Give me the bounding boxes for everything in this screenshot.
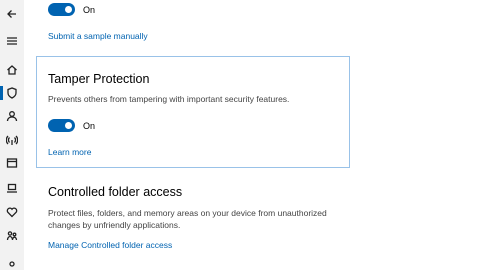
tamper-protection-description: Prevents others from tampering with impo… bbox=[48, 94, 290, 104]
settings-icon[interactable] bbox=[4, 256, 20, 270]
app-browser-icon[interactable] bbox=[4, 155, 20, 171]
family-icon[interactable] bbox=[4, 228, 20, 244]
tamper-protection-panel: Tamper Protection Prevents others from t… bbox=[36, 56, 350, 168]
sidebar-nav bbox=[0, 0, 24, 270]
tamper-protection-toggle[interactable] bbox=[48, 119, 75, 132]
wireless-icon[interactable] bbox=[4, 132, 20, 148]
tamper-toggle-row: On bbox=[48, 119, 95, 132]
sample-submission-toggle[interactable] bbox=[48, 3, 75, 16]
cfa-description-line2: changes by unfriendly applications. bbox=[48, 220, 181, 230]
person-icon[interactable] bbox=[4, 108, 20, 124]
home-icon[interactable] bbox=[4, 62, 20, 78]
active-nav-indicator bbox=[0, 86, 3, 100]
back-icon[interactable] bbox=[4, 6, 20, 22]
submit-sample-link[interactable]: Submit a sample manually bbox=[48, 31, 148, 41]
top-toggle-row: On bbox=[48, 3, 95, 16]
hamburger-icon[interactable] bbox=[4, 33, 20, 49]
toggle-state-label: On bbox=[83, 4, 96, 15]
laptop-icon[interactable] bbox=[4, 180, 20, 196]
learn-more-link[interactable]: Learn more bbox=[48, 147, 91, 157]
tamper-toggle-state-label: On bbox=[83, 120, 96, 131]
shield-icon[interactable] bbox=[4, 85, 20, 101]
main-content: On Submit a sample manually Tamper Prote… bbox=[24, 0, 480, 270]
cfa-description-line1: Protect files, folders, and memory areas… bbox=[48, 208, 327, 218]
controlled-folder-access-title: Controlled folder access bbox=[48, 185, 183, 199]
heart-icon[interactable] bbox=[4, 204, 20, 220]
tamper-protection-title: Tamper Protection bbox=[48, 72, 150, 86]
manage-cfa-link[interactable]: Manage Controlled folder access bbox=[48, 240, 172, 250]
